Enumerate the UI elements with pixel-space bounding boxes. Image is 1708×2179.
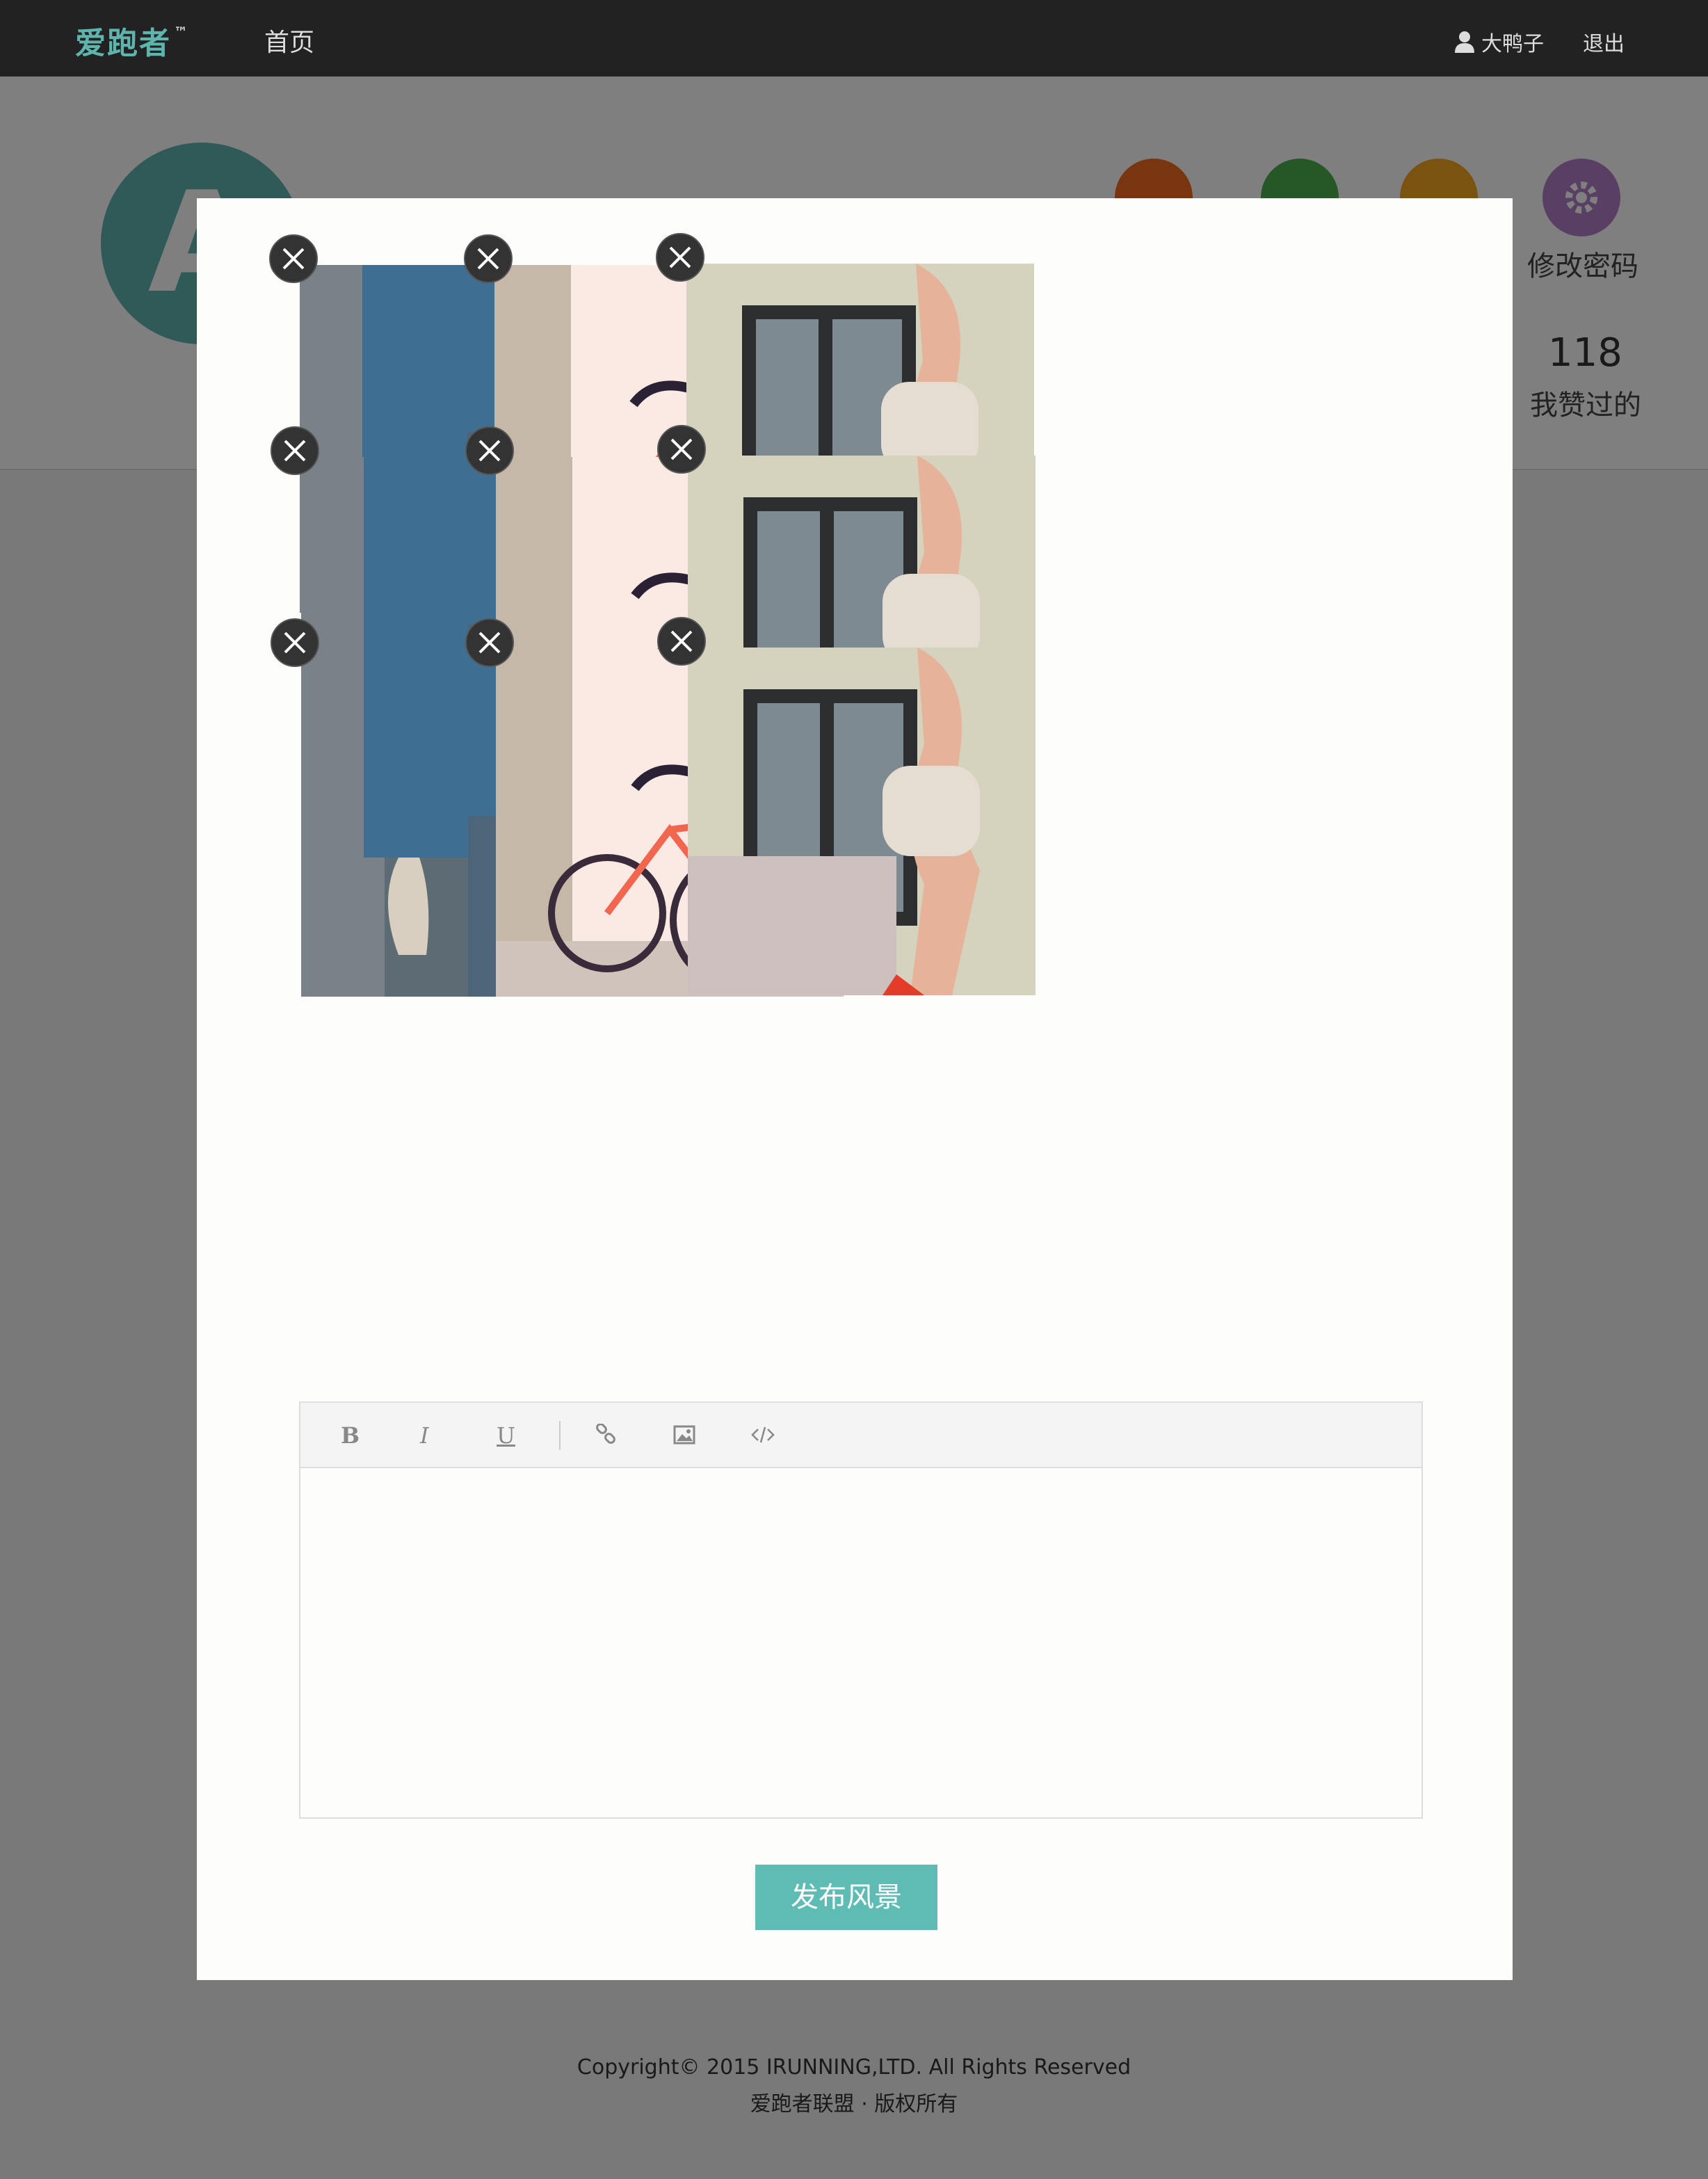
close-icon <box>478 440 501 462</box>
close-icon <box>284 440 306 462</box>
close-icon <box>284 632 306 654</box>
remove-image-button[interactable] <box>657 425 706 474</box>
close-icon <box>670 630 693 652</box>
editor-toolbar: B I U <box>300 1403 1421 1468</box>
top-navbar: 爱跑者 ™ 首页 大鸭子 退出 <box>0 0 1708 77</box>
close-icon <box>670 438 693 460</box>
logout-link[interactable]: 退出 <box>1583 26 1625 57</box>
link-icon[interactable] <box>595 1423 616 1450</box>
code-icon[interactable] <box>751 1424 775 1450</box>
close-icon <box>478 632 501 654</box>
remove-image-button[interactable] <box>464 234 513 283</box>
publish-button[interactable]: 发布风景 <box>755 1865 937 1930</box>
remove-image-button[interactable] <box>271 618 319 667</box>
upload-modal: B I U 发布风景 <box>197 198 1513 1980</box>
user-icon <box>1455 31 1474 53</box>
trademark-mark: ™ <box>174 24 189 41</box>
uploaded-image-woman[interactable] <box>688 648 1036 995</box>
rich-text-editor: B I U <box>299 1401 1423 1819</box>
remove-image-button[interactable] <box>465 426 514 475</box>
nav-home-link[interactable]: 首页 <box>264 22 314 58</box>
remove-image-button[interactable] <box>271 426 319 475</box>
site-logo[interactable]: 爱跑者 ™ <box>75 18 189 63</box>
underline-button[interactable]: U <box>497 1422 515 1449</box>
remove-image-button[interactable] <box>656 233 704 282</box>
italic-button[interactable]: I <box>420 1422 429 1449</box>
remove-image-button[interactable] <box>657 617 706 666</box>
editor-textarea[interactable] <box>300 1468 1421 1819</box>
user-menu[interactable]: 大鸭子 <box>1455 26 1544 57</box>
remove-image-button[interactable] <box>465 618 514 667</box>
close-icon <box>477 248 499 270</box>
close-icon <box>282 248 305 270</box>
image-icon[interactable] <box>673 1424 695 1450</box>
username: 大鸭子 <box>1481 32 1544 56</box>
bold-button[interactable]: B <box>341 1422 360 1449</box>
toolbar-divider <box>559 1421 561 1450</box>
close-icon <box>669 246 691 268</box>
remove-image-button[interactable] <box>269 234 318 283</box>
